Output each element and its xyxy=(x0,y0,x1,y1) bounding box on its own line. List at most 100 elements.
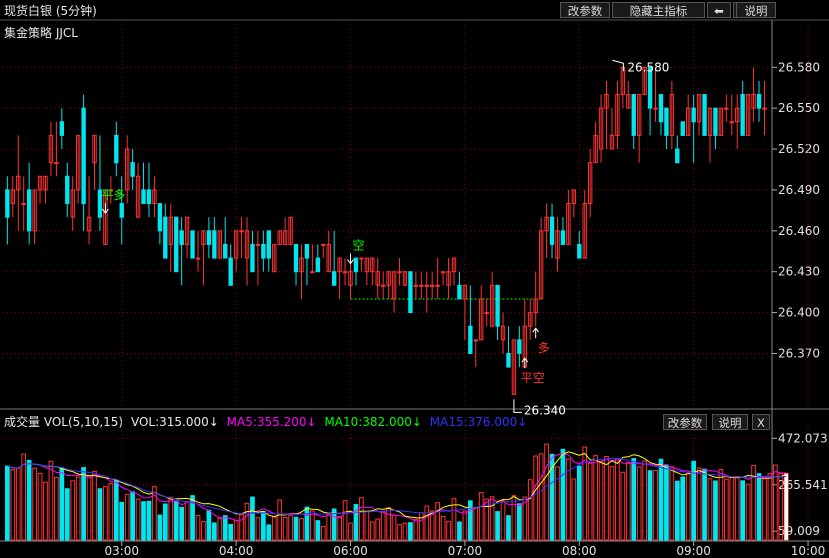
candle-body xyxy=(250,243,255,273)
candle-body xyxy=(457,284,462,300)
volume-bar xyxy=(495,511,500,541)
signal-arrow-down xyxy=(347,253,354,265)
candle-body xyxy=(304,243,310,259)
volume-bar xyxy=(625,461,631,541)
volume-bar xyxy=(271,516,277,541)
volume-bar xyxy=(729,477,735,541)
volume-bar xyxy=(48,460,54,541)
volume-bar xyxy=(745,483,751,541)
candle-body xyxy=(21,203,26,206)
volume-bar xyxy=(424,505,430,541)
candle-body xyxy=(577,243,582,259)
candle-body xyxy=(408,271,413,314)
signal-label: 空 xyxy=(352,239,364,253)
volume-bar xyxy=(59,467,65,541)
candle-body xyxy=(342,271,348,274)
volume-bar xyxy=(206,509,212,541)
price-tick-label: 26.460 xyxy=(778,224,820,238)
volume-bar xyxy=(642,460,647,541)
volume-bar xyxy=(544,443,549,541)
candle-body xyxy=(223,243,228,259)
volume-bar xyxy=(222,515,228,541)
candle-body xyxy=(321,243,326,246)
volume-bar xyxy=(636,466,642,541)
volume-bar xyxy=(119,501,125,541)
price-tick-label: 26.400 xyxy=(778,306,820,320)
candle-body xyxy=(658,94,664,123)
candle-body xyxy=(255,243,261,246)
candle-body xyxy=(190,230,195,259)
candle-body xyxy=(740,94,745,136)
volume-bar xyxy=(37,472,43,541)
candle-body xyxy=(424,284,429,287)
volume-bar xyxy=(669,466,675,541)
volume-bar xyxy=(21,453,27,541)
candle-body xyxy=(206,230,212,245)
volume-bar xyxy=(702,468,707,541)
candle-body xyxy=(729,121,734,124)
volume-bar xyxy=(500,500,506,541)
volume-bar xyxy=(653,469,658,541)
volume-bar xyxy=(408,522,413,541)
volume-bar xyxy=(767,473,773,541)
candle-body xyxy=(724,107,729,110)
time-tick-label: 07:00 xyxy=(448,544,483,558)
volume-bar xyxy=(173,500,179,541)
volume-tick-label: 472.073 xyxy=(778,431,828,445)
volume-ma10-line xyxy=(7,451,787,519)
volume-bar xyxy=(310,510,315,541)
volume-bar xyxy=(680,476,686,541)
volume-bar xyxy=(130,491,135,541)
candle-body xyxy=(179,230,184,245)
volume-bar xyxy=(124,493,130,541)
price-tick-label: 26.520 xyxy=(778,142,820,156)
volume-bar xyxy=(282,517,288,541)
time-tick-label: 06:00 xyxy=(333,544,368,558)
candle-body xyxy=(163,216,168,259)
volume-bar xyxy=(26,459,32,541)
candle-body xyxy=(506,352,511,368)
candle-body xyxy=(157,203,163,232)
volume-bar xyxy=(511,495,517,541)
candle-body xyxy=(680,121,685,136)
candle-body xyxy=(315,257,321,273)
volume-bar xyxy=(266,524,272,541)
volume-bar xyxy=(533,455,539,541)
candle-body xyxy=(484,312,489,315)
min-price-label: 26.340 xyxy=(524,403,566,417)
candle-body xyxy=(261,243,266,259)
time-tick-label: 04:00 xyxy=(219,544,254,558)
volume-bar xyxy=(517,503,522,541)
candle-body xyxy=(174,216,179,273)
time-tick-label: 09:00 xyxy=(676,544,711,558)
candle-body xyxy=(228,257,233,286)
chart-canvas: 26.580 26.550 26.520 26.490 26.460 26.430 26.4… xyxy=(0,19,829,558)
volume-bar xyxy=(184,501,190,541)
candle-body xyxy=(114,134,119,164)
volume-bar xyxy=(103,486,108,541)
volume-bar xyxy=(576,465,582,541)
signal-label: 多 xyxy=(538,341,550,355)
price-label-pointer xyxy=(612,59,624,72)
volume-bar xyxy=(440,515,446,541)
volume-bar xyxy=(211,522,217,541)
volume-bar xyxy=(299,518,304,541)
candle-body xyxy=(65,175,70,205)
candle-body xyxy=(549,216,555,245)
volume-bar xyxy=(734,476,740,541)
volume-bar xyxy=(342,500,348,541)
candle-body xyxy=(397,271,402,274)
candle-body xyxy=(239,230,244,233)
volume-bar xyxy=(538,453,544,541)
volume-bar xyxy=(713,480,718,541)
candle-body xyxy=(310,271,315,274)
volume-bar xyxy=(277,499,283,541)
volume-bar xyxy=(5,465,10,541)
candle-body xyxy=(130,162,135,177)
candle-body xyxy=(141,189,146,205)
candle-body xyxy=(146,189,152,205)
signal-arrow-up xyxy=(532,327,540,339)
volume-bar xyxy=(64,488,70,541)
volume-bar xyxy=(81,467,86,541)
candle-body xyxy=(119,203,124,218)
